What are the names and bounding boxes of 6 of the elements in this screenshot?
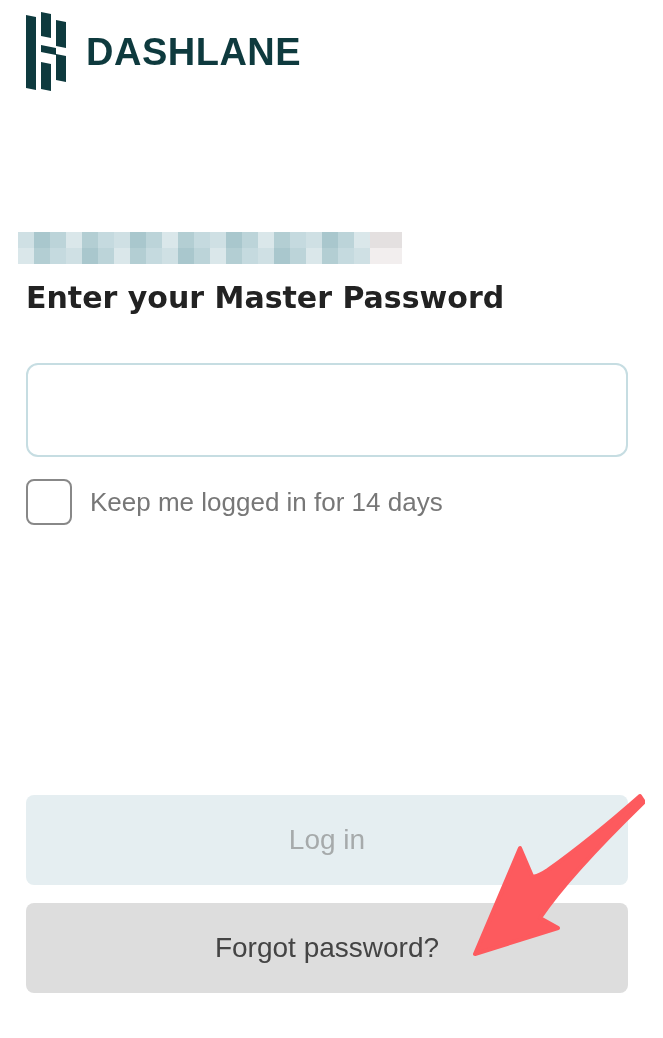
password-field[interactable]	[26, 363, 628, 457]
checkbox[interactable]	[26, 479, 72, 525]
checkbox-label: Keep me logged in for 14 days	[90, 486, 443, 518]
logo-wordmark: DASHLANE	[86, 30, 302, 74]
forgot-password-button[interactable]: Forgot password?	[26, 903, 628, 993]
heading: Enter your Master Password	[26, 280, 506, 315]
